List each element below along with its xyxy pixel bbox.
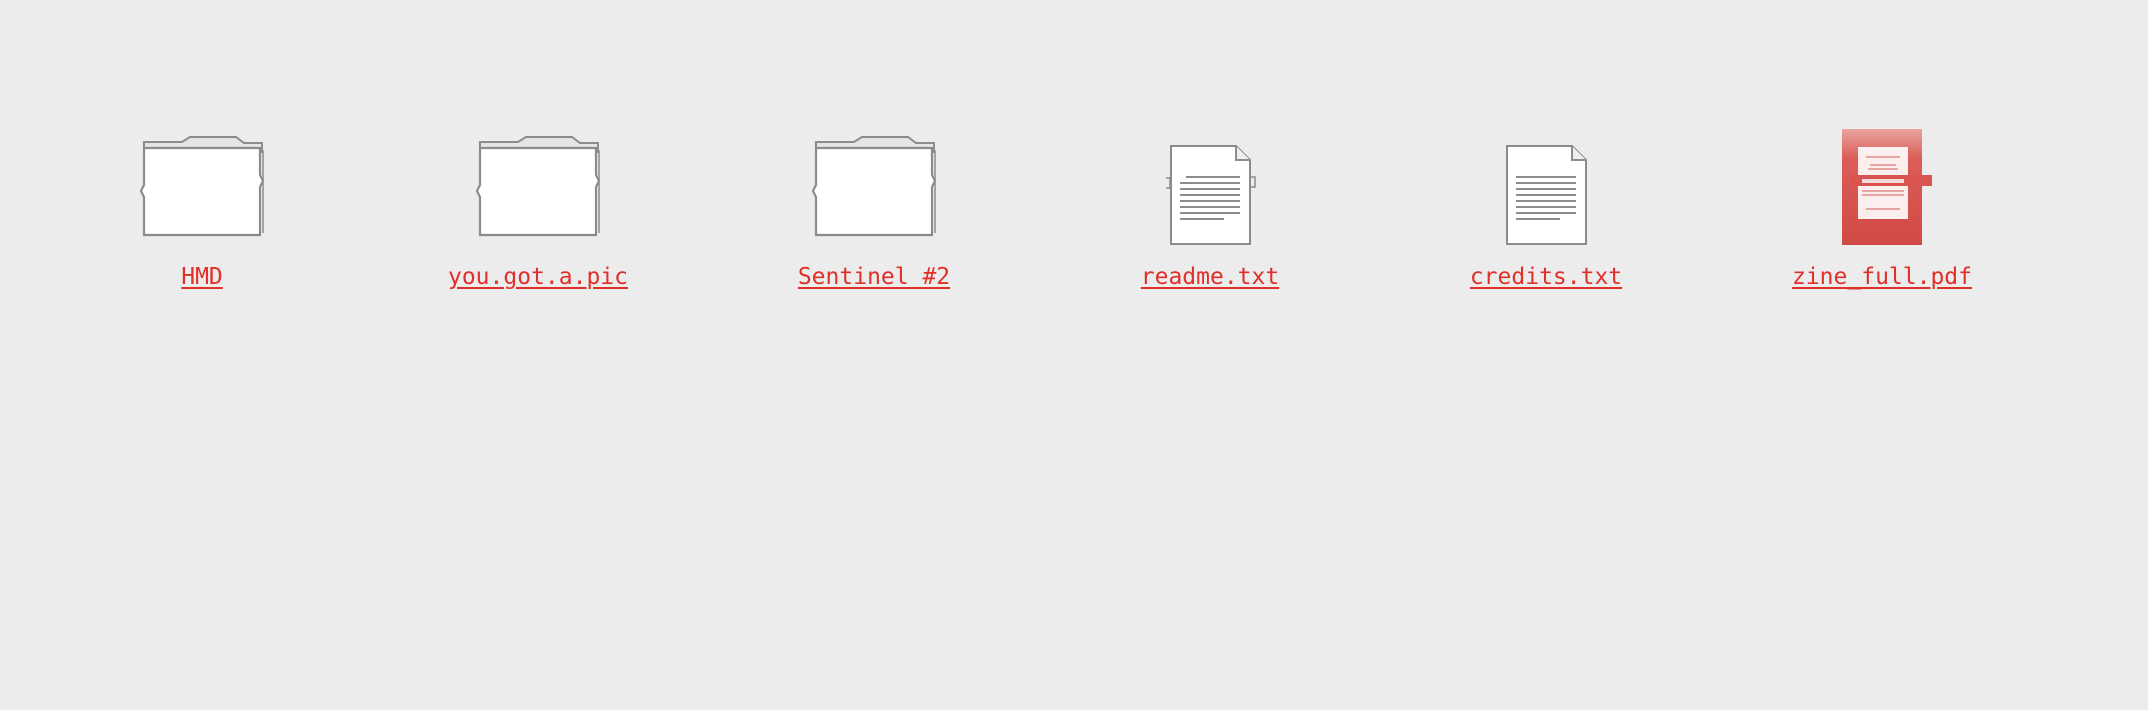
folder-icon[interactable] [468, 125, 608, 250]
pdf-thumbnail-icon[interactable] [1812, 125, 1952, 250]
file-item-credits[interactable]: credits.txt [1396, 125, 1696, 290]
file-item-you-got-a-pic[interactable]: you.got.a.pic [388, 125, 688, 290]
folder-icon[interactable] [132, 125, 272, 250]
folder-icon[interactable] [804, 125, 944, 250]
file-item-hmd[interactable]: HMD [52, 125, 352, 290]
file-item-sentinel-2[interactable]: Sentinel #2 [724, 125, 1024, 290]
file-label[interactable]: Sentinel #2 [798, 264, 950, 290]
file-label[interactable]: zine_full.pdf [1792, 264, 1972, 290]
file-label[interactable]: you.got.a.pic [448, 264, 628, 290]
file-label[interactable]: credits.txt [1470, 264, 1622, 290]
file-item-readme[interactable]: readme.txt [1060, 125, 1360, 290]
file-item-zine-full[interactable]: zine_full.pdf [1732, 125, 2032, 290]
file-label[interactable]: HMD [181, 264, 223, 290]
file-label[interactable]: readme.txt [1141, 264, 1279, 290]
file-desktop: HMD you.got.a.pic Sentinel #2 readme.txt… [0, 0, 2148, 710]
text-file-icon[interactable] [1140, 125, 1280, 250]
text-file-icon[interactable] [1476, 125, 1616, 250]
